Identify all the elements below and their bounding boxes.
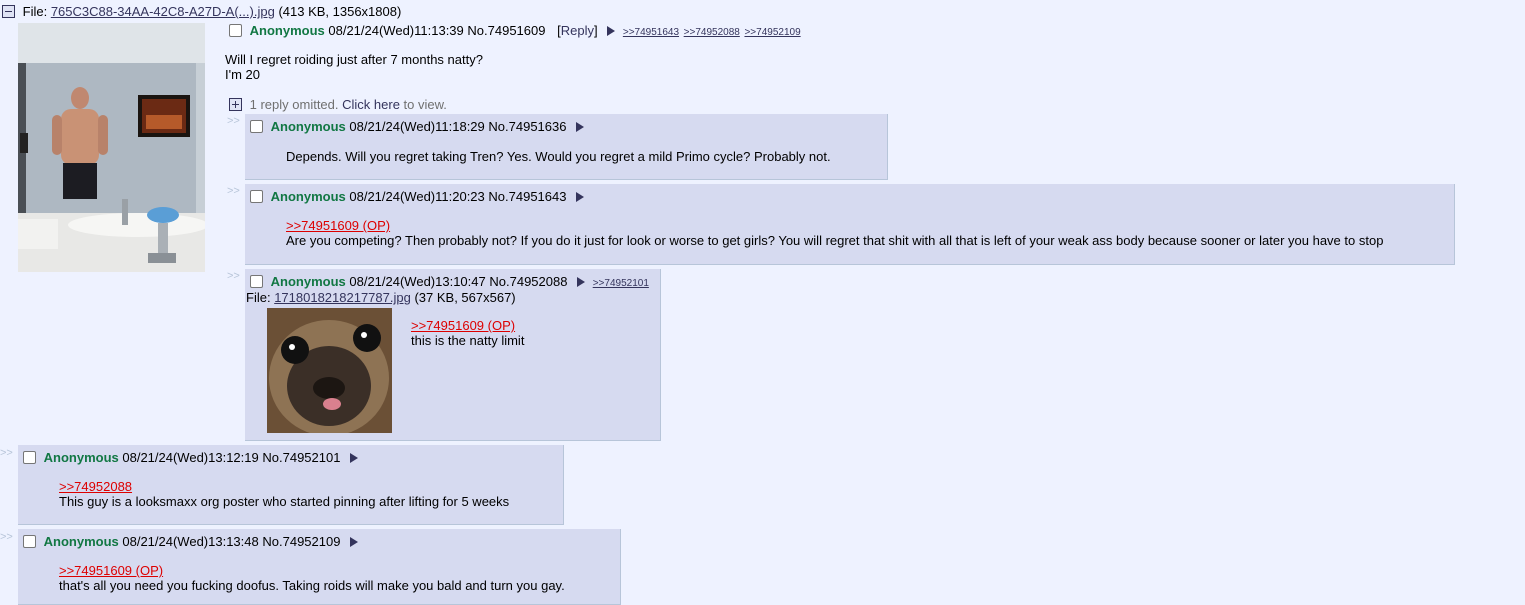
post-menu-icon[interactable] <box>576 192 585 202</box>
reply-post: Anonymous 08/21/24(Wed)13:12:19 No.74952… <box>18 445 564 525</box>
poster-name: Anonymous <box>43 534 119 549</box>
op-reply-link[interactable]: [Reply] <box>557 23 598 38</box>
quote-link[interactable]: >>74951609 (OP) <box>59 563 163 578</box>
post-backlink[interactable]: >>74952101 <box>593 278 649 289</box>
reply-checkbox[interactable] <box>250 190 263 203</box>
op-file-info: (413 KB, 1356x1808) <box>278 4 402 19</box>
poster-name: Anonymous <box>270 274 346 289</box>
reply-arrows: >> <box>0 447 13 459</box>
post-datetime: 08/21/24(Wed)13:13:48 <box>122 534 259 549</box>
post-number[interactable]: No.74951636 <box>488 119 566 134</box>
post-text: Are you competing? Then probably not? If… <box>286 233 1384 248</box>
post-datetime: 08/21/24(Wed)13:10:47 <box>349 274 486 289</box>
quote-link[interactable]: >>74952088 <box>59 479 132 494</box>
poster-name: Anonymous <box>270 189 346 204</box>
op-message-line: Will I regret roiding just after 7 month… <box>225 52 483 67</box>
post-number[interactable]: No.74952088 <box>489 274 567 289</box>
post-message: >>74951609 (OP) that's all you need you … <box>59 563 565 593</box>
reply-post: Anonymous 08/21/24(Wed)13:13:48 No.74952… <box>18 529 621 605</box>
omitted-click-here[interactable]: Click here <box>342 97 400 112</box>
omitted-notice: 1 reply omitted. Click here to view. <box>229 97 447 112</box>
reply-header: Anonymous 08/21/24(Wed)13:10:47 No.74952… <box>250 274 649 289</box>
reply-checkbox[interactable] <box>250 275 263 288</box>
post-text: this is the natty limit <box>411 333 525 348</box>
post-menu-icon[interactable] <box>350 453 359 463</box>
reply-file-info: (37 KB, 567x567) <box>414 290 516 305</box>
collapse-icon[interactable] <box>2 5 15 18</box>
poster-name: Anonymous <box>270 119 346 134</box>
omitted-to-view: to view. <box>403 97 447 112</box>
post-menu-icon[interactable] <box>350 537 359 547</box>
reply-arrows: >> <box>0 531 13 543</box>
reply-file-line: File: 1718018218217787.jpg (37 KB, 567x5… <box>246 290 516 305</box>
reply-header: Anonymous 08/21/24(Wed)13:13:48 No.74952… <box>23 534 359 549</box>
op-message-line: I'm 20 <box>225 67 260 82</box>
op-post-number[interactable]: No.74951609 <box>467 23 545 38</box>
post-message: >>74951609 (OP) this is the natty limit <box>411 318 524 348</box>
file-label: File: <box>246 290 271 305</box>
reply-arrows: >> <box>227 270 240 282</box>
post-menu-icon[interactable] <box>607 26 616 36</box>
reply-file-link[interactable]: 1718018218217787.jpg <box>274 290 411 305</box>
reply-header: Anonymous 08/21/24(Wed)13:12:19 No.74952… <box>23 450 359 465</box>
reply-checkbox[interactable] <box>23 535 36 548</box>
post-datetime: 08/21/24(Wed)11:20:23 <box>349 189 485 204</box>
reply-post: Anonymous 08/21/24(Wed)13:10:47 No.74952… <box>245 269 661 441</box>
post-text: that's all you need you fucking doofus. … <box>59 578 565 593</box>
post-number[interactable]: No.74952101 <box>262 450 340 465</box>
quote-link[interactable]: >>74951609 (OP) <box>286 218 390 233</box>
file-label: File: <box>22 4 48 19</box>
reply-post: Anonymous 08/21/24(Wed)11:18:29 No.74951… <box>245 114 888 180</box>
op-thumbnail[interactable] <box>18 23 205 272</box>
post-message: Depends. Will you regret taking Tren? Ye… <box>286 149 831 164</box>
post-message: >>74952088 This guy is a looksmaxx org p… <box>59 479 509 509</box>
op-backlink-1[interactable]: >>74951643 <box>623 27 679 38</box>
op-message: Will I regret roiding just after 7 month… <box>225 52 483 82</box>
reply-arrows: >> <box>227 185 240 197</box>
op-backlink-2[interactable]: >>74952088 <box>684 27 740 38</box>
post-number[interactable]: No.74952109 <box>262 534 340 549</box>
reply-thumbnail[interactable] <box>267 308 392 433</box>
op-backlink-3[interactable]: >>74952109 <box>744 27 800 38</box>
post-datetime: 08/21/24(Wed)13:12:19 <box>122 450 259 465</box>
reply-post: Anonymous 08/21/24(Wed)11:20:23 No.74951… <box>245 184 1455 265</box>
reply-arrows: >> <box>227 115 240 127</box>
op-file-line: File: 765C3C88-34AA-42C8-A27D-A(...).jpg… <box>2 4 401 19</box>
post-number[interactable]: No.74951643 <box>488 189 566 204</box>
post-datetime: 08/21/24(Wed)11:18:29 <box>349 119 485 134</box>
op-post-header: Anonymous 08/21/24(Wed)11:13:39 No.74951… <box>229 23 801 38</box>
op-poster-name: Anonymous <box>249 23 325 38</box>
reply-header: Anonymous 08/21/24(Wed)11:18:29 No.74951… <box>250 119 585 134</box>
op-checkbox[interactable] <box>229 24 242 37</box>
post-menu-icon[interactable] <box>577 277 586 287</box>
op-file-link[interactable]: 765C3C88-34AA-42C8-A27D-A(...).jpg <box>51 4 275 19</box>
poster-name: Anonymous <box>43 450 119 465</box>
omitted-count: 1 reply omitted. <box>249 97 339 112</box>
op-image <box>18 23 205 272</box>
reply-header: Anonymous 08/21/24(Wed)11:20:23 No.74951… <box>250 189 585 204</box>
reply-checkbox[interactable] <box>23 451 36 464</box>
reply-checkbox[interactable] <box>250 120 263 133</box>
post-text: This guy is a looksmaxx org poster who s… <box>59 494 510 509</box>
expand-icon[interactable] <box>229 98 242 111</box>
post-message: >>74951609 (OP) Are you competing? Then … <box>286 218 1383 248</box>
cat-image <box>267 308 392 433</box>
post-menu-icon[interactable] <box>576 122 585 132</box>
op-datetime: 08/21/24(Wed)11:13:39 <box>328 23 464 38</box>
quote-link[interactable]: >>74951609 (OP) <box>411 318 515 333</box>
